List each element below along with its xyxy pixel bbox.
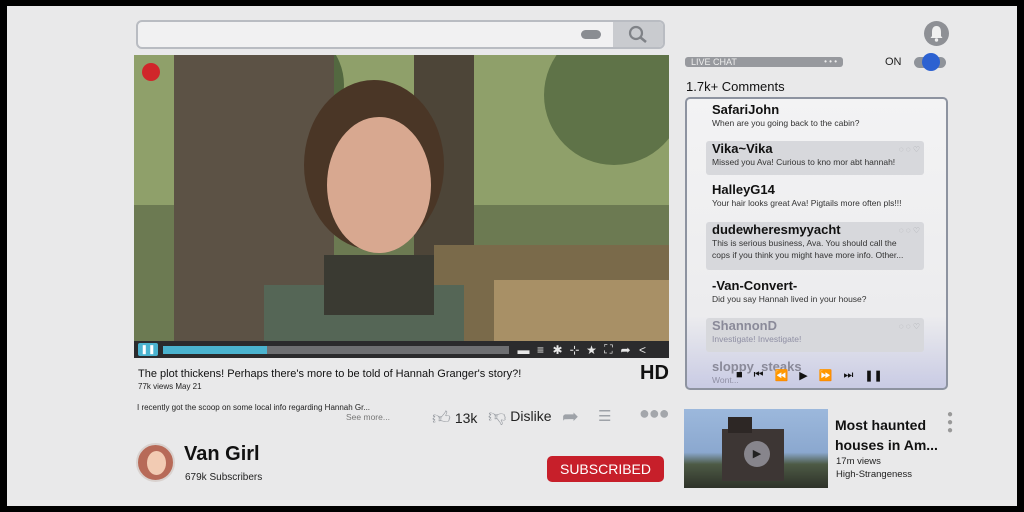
chat-text: This is serious business, Ava. You shoul… — [712, 238, 897, 248]
suggested-video-channel: High-Strangeness — [836, 469, 913, 480]
pause-button[interactable]: ❚❚ — [138, 343, 158, 356]
live-chat-dots-icon: • • • — [824, 57, 837, 66]
video-meta: 77k views May 21 — [138, 382, 202, 391]
chat-user: dudewheresmyyacht — [712, 222, 841, 237]
stop-icon[interactable]: ■ — [736, 369, 743, 382]
live-chat-bar: LIVE CHAT • • • — [685, 57, 843, 67]
like-count: 13k — [454, 410, 478, 426]
chat-user: SafariJohn — [712, 102, 780, 117]
share-nodes-icon[interactable]: < — [636, 343, 649, 357]
bell-icon — [930, 26, 943, 42]
play-icon[interactable]: ▶ — [799, 369, 807, 382]
chat-media-controls: ■ ⏮ ⏪ ▶ ⏩ ⏭ ❚❚ — [736, 369, 883, 382]
play-icon[interactable]: ▶ — [744, 441, 770, 467]
search-bar[interactable] — [136, 20, 665, 49]
chat-text: Missed you Ava! Curious to kno mor abt h… — [712, 157, 896, 167]
search-icon — [628, 25, 647, 44]
channel-name[interactable]: Van Girl — [184, 443, 260, 466]
control-icons: ▬ ≡ ✱ ⊹ ★ ⛶ ➦ < — [517, 341, 649, 358]
search-button[interactable] — [613, 22, 663, 47]
fullscreen-icon[interactable]: ⛶ — [602, 342, 615, 357]
chat-text-continued: cops if you think you might have more in… — [712, 250, 904, 260]
skip-back-icon[interactable]: ⏮ — [754, 369, 764, 382]
resize-icon[interactable]: ⊹ — [568, 343, 581, 357]
skip-forward-icon[interactable]: ⏭ — [843, 369, 853, 382]
video-frame — [134, 55, 669, 341]
chat-text: Did you say Hannah lived in your house? — [712, 294, 867, 304]
reply-heart-icon[interactable]: ◌ ◌ ♡ — [899, 226, 920, 235]
progress-fill — [163, 346, 267, 354]
chat-message: dudewheresmyyacht This is serious busine… — [706, 222, 924, 270]
avatar-face — [147, 451, 166, 475]
thumbs-up-icon: 👍︎ — [432, 408, 451, 428]
video-player[interactable]: ❚❚ ▬ ≡ ✱ ⊹ ★ ⛶ ➦ < — [134, 55, 669, 358]
thumbs-down-icon: 👎︎ — [488, 406, 507, 426]
video-title: The plot thickens! Perhaps there's more … — [138, 368, 522, 380]
house-tower — [728, 417, 752, 433]
comments-count: 1.7k+ Comments — [686, 79, 785, 94]
chat-message: HalleyG14 Your hair looks great Ava! Pig… — [706, 182, 924, 209]
chat-message: Vika~Vika Missed you Ava! Curious to kno… — [706, 141, 924, 175]
hd-badge: HD — [640, 362, 669, 384]
chat-user: Vika~Vika — [712, 141, 773, 156]
video-description: I recently got the scoop on some local i… — [137, 403, 371, 412]
progress-bar[interactable] — [163, 346, 509, 354]
chat-text: Investigate! Investigate! — [712, 334, 802, 344]
chat-text: Your hair looks great Ava! Pigtails more… — [712, 198, 902, 208]
add-to-playlist-icon[interactable]: ☰ — [598, 407, 611, 425]
settings-icon[interactable]: ✱ — [551, 343, 564, 357]
chat-user: -Van-Convert- — [712, 278, 798, 293]
recording-indicator — [142, 63, 160, 81]
toggle-knob[interactable] — [922, 53, 940, 71]
rewind-icon[interactable]: ⏪ — [775, 369, 789, 382]
live-chat-toggle-label: ON — [885, 56, 902, 68]
app-frame: ❚❚ ▬ ≡ ✱ ⊹ ★ ⛶ ➦ < The plot thickens! Pe… — [7, 6, 1017, 506]
chat-user: ShannonD — [712, 318, 777, 333]
notifications-button[interactable] — [924, 21, 949, 46]
chat-icon[interactable]: ▬ — [517, 343, 530, 357]
live-chat-label: LIVE CHAT — [691, 57, 737, 67]
reply-heart-icon[interactable]: ◌ ◌ ♡ — [899, 322, 920, 331]
menu-icon[interactable]: ≡ — [534, 343, 547, 357]
player-controls: ❚❚ ▬ ≡ ✱ ⊹ ★ ⛶ ➦ < — [134, 341, 669, 358]
chat-message: -Van-Convert- Did you say Hannah lived i… — [706, 278, 924, 305]
star-icon[interactable]: ★ — [585, 343, 598, 357]
channel-avatar[interactable] — [136, 443, 175, 482]
subscriber-count: 679k Subscribers — [185, 472, 263, 483]
suggested-more-icon[interactable]: ● ● ● — [947, 410, 953, 436]
share-icon[interactable]: ➦ — [619, 343, 632, 357]
search-input-indicator — [581, 30, 601, 39]
share-arrow-icon[interactable]: ➦ — [562, 404, 579, 429]
suggested-video-views: 17m views — [836, 456, 881, 467]
pause-icon[interactable]: ❚❚ — [864, 369, 882, 382]
subscribe-button[interactable]: SUBSCRIBED — [547, 456, 664, 482]
chat-message: SafariJohn When are you going back to th… — [706, 102, 924, 129]
reply-heart-icon[interactable]: ◌ ◌ ♡ — [899, 145, 920, 154]
chat-text: When are you going back to the cabin? — [712, 118, 860, 128]
chat-message: ShannonD Investigate! Investigate! ◌ ◌ ♡ — [706, 318, 924, 352]
dislike-button[interactable]: 👎︎ Dislike — [488, 405, 552, 427]
chat-user: HalleyG14 — [712, 182, 775, 197]
live-chat-panel[interactable]: SafariJohn When are you going back to th… — [685, 97, 948, 390]
fast-forward-icon[interactable]: ⏩ — [819, 369, 833, 382]
suggested-video-thumbnail[interactable]: ▶ — [684, 409, 828, 488]
see-more-link[interactable]: See more... — [346, 412, 390, 422]
dislike-label: Dislike — [510, 408, 552, 424]
more-options-icon[interactable]: ●●● — [639, 403, 670, 424]
suggested-video-title[interactable]: Most haunted houses in Am... — [835, 415, 955, 455]
like-button[interactable]: 👍︎ 13k — [432, 407, 477, 429]
